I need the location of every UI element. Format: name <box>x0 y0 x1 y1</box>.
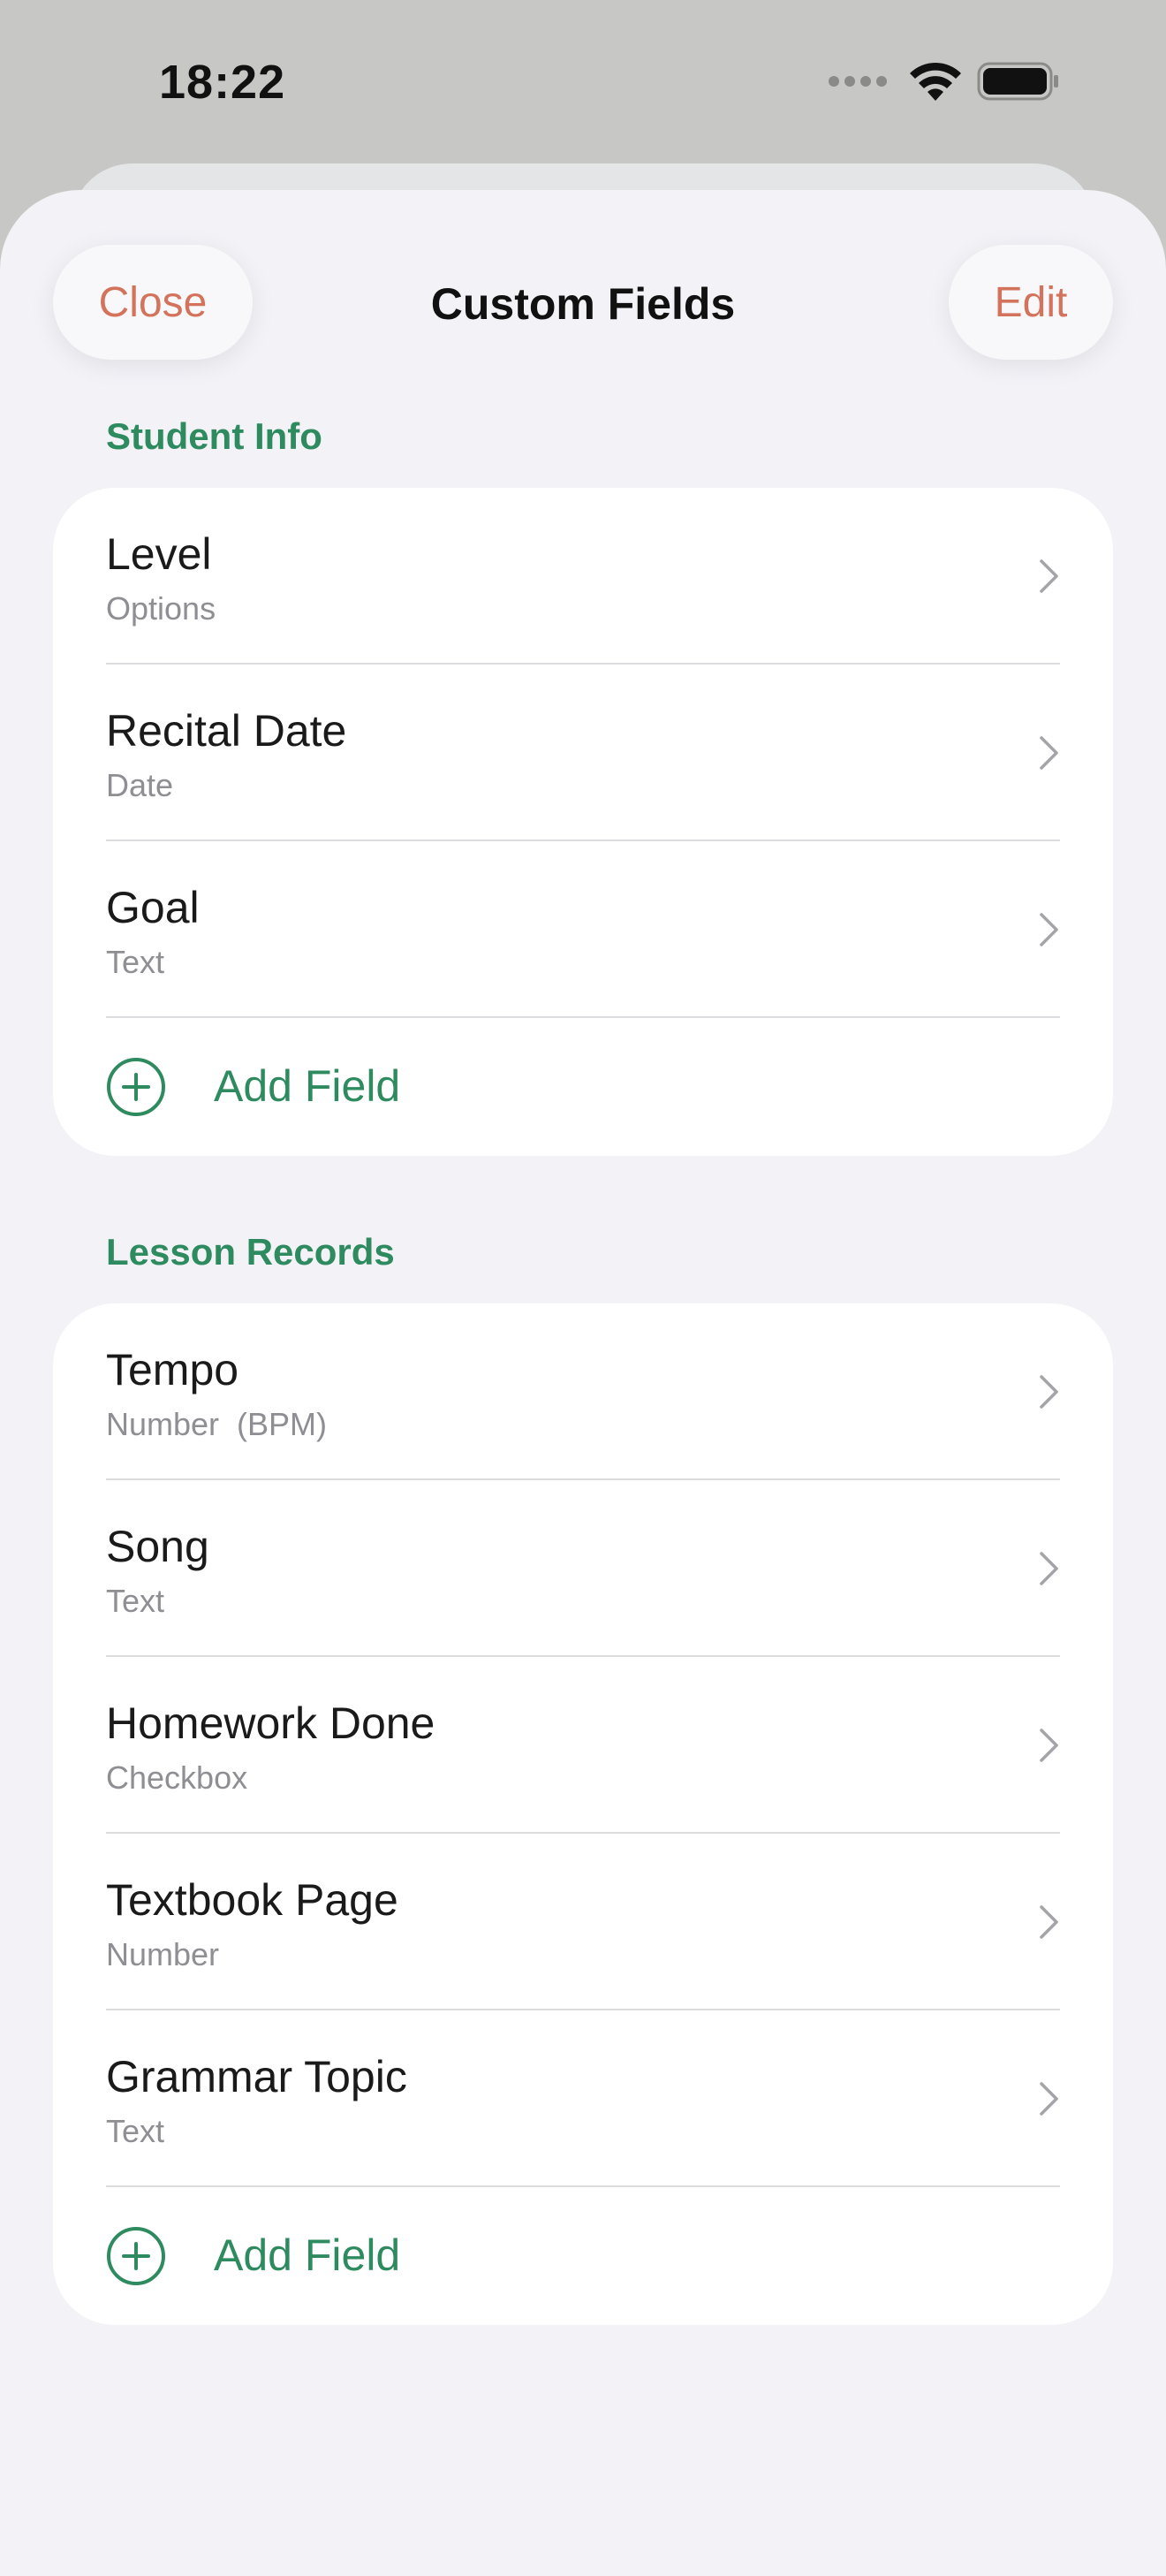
field-name: Homework Done <box>106 1698 435 1748</box>
plus-circle-icon <box>107 2227 165 2285</box>
section-header-lesson-records: Lesson Records <box>106 1231 395 1273</box>
plus-circle-icon <box>107 1058 165 1116</box>
field-name: Recital Date <box>106 706 347 756</box>
field-row-song[interactable]: Song Text <box>53 1480 1113 1657</box>
lesson-records-card: Tempo Number (BPM) Song Text Homework Do… <box>53 1303 1113 2325</box>
field-type: Date <box>106 767 174 803</box>
field-row-recital-date[interactable]: Recital Date Date <box>53 665 1113 841</box>
add-field-button-student-info[interactable]: Add Field <box>53 1018 1113 1156</box>
field-row-goal[interactable]: Goal Text <box>53 841 1113 1018</box>
chevron-right-icon <box>1040 736 1058 770</box>
field-type: Text <box>106 944 165 980</box>
field-name: Goal <box>106 883 200 932</box>
field-name: Tempo <box>106 1345 239 1394</box>
field-row-level[interactable]: Level Options <box>53 488 1113 665</box>
field-row-textbook-page[interactable]: Textbook Page Number <box>53 1834 1113 2010</box>
status-time: 18:22 <box>159 56 286 109</box>
status-icons <box>829 62 1060 101</box>
status-bar: 18:22 <box>0 0 1166 168</box>
chevron-right-icon <box>1040 1552 1058 1585</box>
field-row-grammar-topic[interactable]: Grammar Topic Text <box>53 2010 1113 2187</box>
field-type: Number <box>106 1936 220 1972</box>
chevron-right-icon <box>1040 1375 1058 1409</box>
chevron-right-icon <box>1040 1905 1058 1939</box>
wifi-icon <box>910 62 961 101</box>
add-field-button-lesson-records[interactable]: Add Field <box>53 2187 1113 2325</box>
field-name: Song <box>106 1522 209 1571</box>
field-name: Textbook Page <box>106 1875 398 1925</box>
field-type: Number (BPM) <box>106 1406 328 1442</box>
edit-button[interactable]: Edit <box>949 245 1113 360</box>
field-type: Text <box>106 1583 165 1619</box>
add-field-label: Add Field <box>214 2230 401 2280</box>
chevron-right-icon <box>1040 2082 1058 2116</box>
field-type: Text <box>106 2113 165 2149</box>
add-field-label: Add Field <box>214 1061 401 1111</box>
field-name: Grammar Topic <box>106 2052 407 2101</box>
student-info-card: Level Options Recital Date Date Goal Tex… <box>53 488 1113 1156</box>
signal-icon <box>829 76 887 87</box>
chevron-right-icon <box>1040 559 1058 593</box>
chevron-right-icon <box>1040 1729 1058 1762</box>
section-header-student-info: Student Info <box>106 415 322 457</box>
field-row-tempo[interactable]: Tempo Number (BPM) <box>53 1303 1113 1480</box>
chevron-right-icon <box>1040 913 1058 946</box>
battery-icon <box>977 62 1058 101</box>
field-name: Level <box>106 529 212 579</box>
field-type: Options <box>106 590 216 627</box>
field-type: Checkbox <box>106 1759 248 1796</box>
custom-fields-sheet: Close Custom Fields Edit Student Info Le… <box>0 190 1166 2576</box>
field-row-homework-done[interactable]: Homework Done Checkbox <box>53 1657 1113 1834</box>
